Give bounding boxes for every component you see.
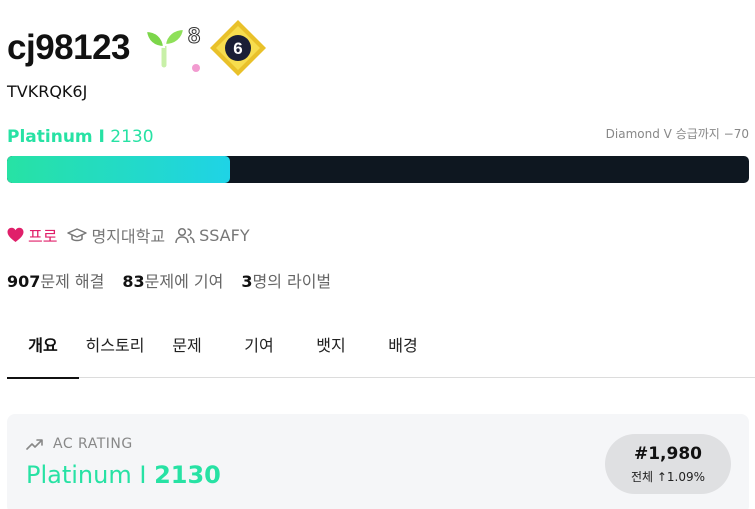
org-tag[interactable]: SSAFY (175, 226, 250, 245)
contrib-count: 83 (122, 272, 145, 291)
school-tag[interactable]: 명지대학교 (67, 223, 165, 247)
rating-progress-bar (7, 156, 749, 183)
solved-label: 문제 해결 (40, 272, 105, 291)
rank-percent: 전체 ↑1.09% (605, 468, 731, 485)
profile-header: cj98123 8 6 (7, 18, 268, 78)
ac-rating-card: AC RATING Platinum I 2130 #1,980 전체 ↑1.0… (7, 414, 749, 509)
tier-label: Platinum I 2130 (7, 127, 154, 147)
sprout-level: 8 (188, 23, 200, 48)
card-rating-value: 2130 (154, 461, 221, 489)
tab-overview[interactable]: 개요 (7, 318, 79, 379)
tier-name: Platinum I (7, 127, 105, 147)
card-title-text: AC RATING (53, 436, 133, 452)
profile-tags: 프로 명지대학교 SSAFY (7, 223, 260, 247)
class-diamond-icon: 6 (210, 20, 267, 76)
tab-contributions[interactable]: 기여 (223, 318, 295, 378)
card-tier: Platinum I (26, 461, 147, 489)
solved-count: 907 (7, 272, 41, 291)
tab-backgrounds[interactable]: 배경 (367, 318, 439, 378)
pro-label: 프로 (28, 227, 58, 246)
rank-number: #1,980 (633, 444, 703, 464)
tab-problems[interactable]: 문제 (151, 318, 223, 378)
profile-tabs: 개요 히스토리 문제 기여 뱃지 배경 (7, 318, 755, 379)
contrib-stat[interactable]: 83문제에 기여 (122, 268, 223, 292)
card-rating: Platinum I 2130 (26, 461, 221, 489)
heart-icon (7, 227, 24, 243)
username: cj98123 (7, 28, 131, 67)
school-label: 명지대학교 (91, 227, 166, 246)
class-badge[interactable]: 6 (208, 18, 268, 78)
rating-progress-fill (7, 156, 230, 183)
solved-stat[interactable]: 907문제 해결 (7, 268, 104, 292)
sprout-icon: 8 (144, 23, 201, 72)
class-level: 6 (233, 39, 242, 58)
sprout-badge[interactable]: 8 (144, 19, 206, 77)
tab-history[interactable]: 히스토리 (79, 318, 151, 378)
rank-scope-label: 전체 (630, 470, 654, 484)
rank-pill[interactable]: #1,980 전체 ↑1.09% (605, 434, 731, 494)
tier-rating: 2130 (110, 127, 154, 147)
rival-label: 명의 라이벌 (252, 272, 332, 291)
users-icon (175, 227, 195, 244)
next-tier-text: Diamond V 승급까지 −70 (605, 127, 749, 141)
graduation-cap-icon (67, 227, 88, 243)
card-title: AC RATING (26, 436, 133, 452)
contrib-label: 문제에 기여 (144, 272, 224, 291)
tab-badges[interactable]: 뱃지 (295, 318, 367, 378)
pro-tag[interactable]: 프로 (7, 223, 57, 247)
rank-percent-value: ↑1.09% (656, 470, 706, 484)
trending-up-icon (26, 438, 43, 450)
rival-count: 3 (241, 272, 253, 291)
profile-stats: 907문제 해결 83문제에 기여 3명의 라이벌 (7, 268, 349, 292)
bio-text: TVKRQK6J (7, 82, 88, 101)
org-label: SSAFY (199, 225, 250, 245)
tier-row: Platinum I 2130 Diamond V 승급까지 −70 (7, 127, 749, 147)
rival-stat[interactable]: 3명의 라이벌 (241, 268, 331, 292)
